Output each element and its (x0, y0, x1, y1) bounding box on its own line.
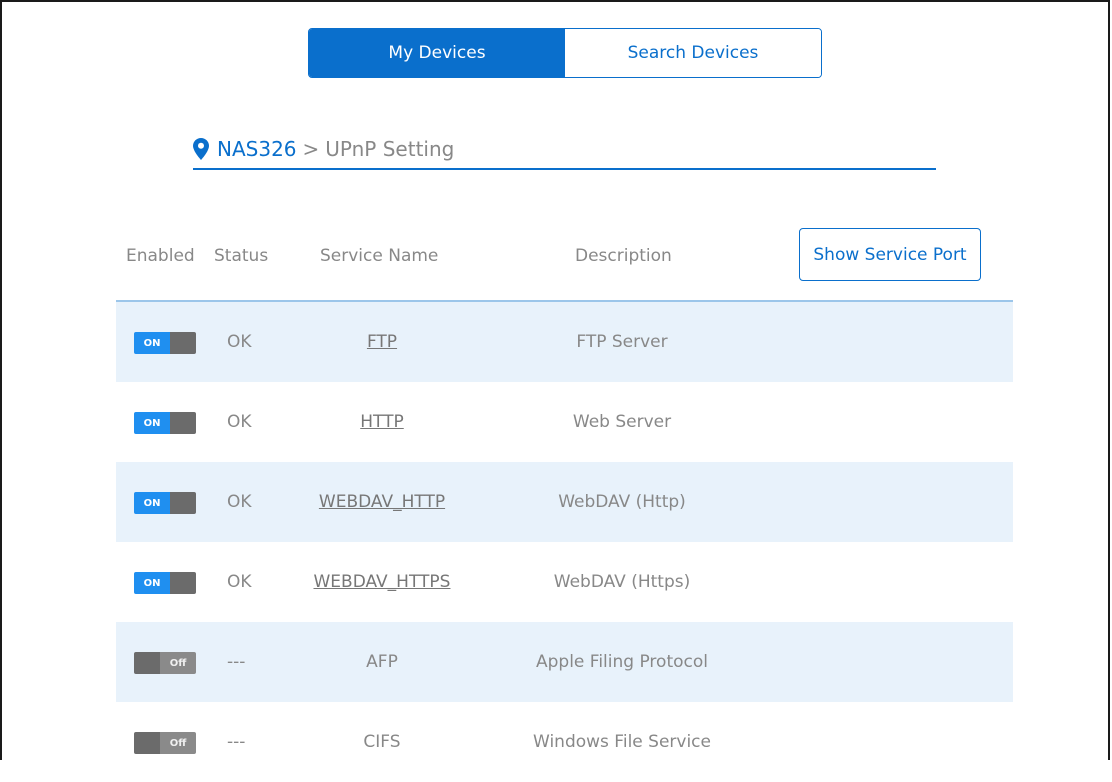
service-name-cell: FTP (302, 302, 462, 382)
enabled-toggle[interactable]: ON (134, 492, 196, 514)
enabled-toggle[interactable]: Off (134, 732, 196, 754)
breadcrumb-separator: > (302, 137, 320, 161)
description-cell: Windows File Service (533, 732, 711, 752)
enabled-toggle[interactable]: ON (134, 332, 196, 354)
toggle-state-label: ON (134, 332, 170, 354)
service-table-body: ON OK FTP FTP Server ON OK HTTP Web Serv… (116, 302, 1013, 782)
service-name-cell: WEBDAV_HTTP (302, 462, 462, 542)
toggle-knob (170, 572, 196, 594)
description-cell: FTP Server (576, 332, 668, 352)
tab-search-devices[interactable]: Search Devices (565, 29, 821, 77)
toggle-knob (134, 732, 160, 754)
service-link-webdav-https[interactable]: WEBDAV_HTTPS (314, 572, 451, 592)
service-name-cell: AFP (366, 652, 398, 672)
status-cell: --- (227, 732, 246, 752)
service-link-ftp[interactable]: FTP (367, 332, 397, 352)
service-name-cell: CIFS (363, 732, 401, 752)
status-cell: --- (227, 652, 246, 672)
table-row: ON OK HTTP Web Server (116, 382, 1013, 462)
toggle-state-label: Off (160, 732, 196, 754)
service-name-cell: WEBDAV_HTTPS (302, 542, 462, 622)
breadcrumb-current-page: UPnP Setting (325, 137, 455, 161)
table-row: ON OK WEBDAV_HTTPS WebDAV (Https) (116, 542, 1013, 622)
toggle-knob (170, 332, 196, 354)
header-service-name: Service Name (320, 246, 439, 266)
table-header: Enabled Status Service Name Description … (116, 228, 1013, 302)
service-name-cell: HTTP (302, 382, 462, 462)
device-tabs: My Devices Search Devices (308, 28, 822, 78)
service-link-webdav-http[interactable]: WEBDAV_HTTP (319, 492, 445, 512)
table-row: ON OK WEBDAV_HTTP WebDAV (Http) (116, 462, 1013, 542)
status-cell: OK (227, 572, 252, 592)
enabled-toggle[interactable]: ON (134, 412, 196, 434)
table-row: Off --- AFP Apple Filing Protocol (116, 622, 1013, 702)
description-cell: Web Server (572, 412, 672, 432)
header-description: Description (575, 246, 672, 266)
description-cell: WebDAV (Http) (558, 492, 686, 512)
enabled-toggle[interactable]: ON (134, 572, 196, 594)
service-link-http[interactable]: HTTP (360, 412, 404, 432)
status-cell: OK (227, 332, 252, 352)
toggle-knob (170, 492, 196, 514)
description-cell: WebDAV (Https) (553, 572, 691, 592)
header-enabled: Enabled (126, 246, 195, 266)
toggle-state-label: ON (134, 492, 170, 514)
table-row: ON OK FTP FTP Server (116, 302, 1013, 382)
show-service-port-button[interactable]: Show Service Port (799, 228, 981, 281)
table-row: Off --- CIFS Windows File Service (116, 702, 1013, 782)
header-status: Status (214, 246, 269, 266)
status-cell: OK (227, 412, 252, 432)
breadcrumb-device-link[interactable]: NAS326 (217, 137, 297, 161)
toggle-knob (170, 412, 196, 434)
tab-my-devices[interactable]: My Devices (309, 29, 565, 77)
toggle-knob (134, 652, 160, 674)
description-cell: Apple Filing Protocol (536, 652, 708, 672)
toggle-state-label: Off (160, 652, 196, 674)
toggle-state-label: ON (134, 572, 170, 594)
location-pin-icon (193, 138, 209, 160)
toggle-state-label: ON (134, 412, 170, 434)
breadcrumb: NAS326 > UPnP Setting (193, 130, 936, 170)
status-cell: OK (227, 492, 252, 512)
enabled-toggle[interactable]: Off (134, 652, 196, 674)
